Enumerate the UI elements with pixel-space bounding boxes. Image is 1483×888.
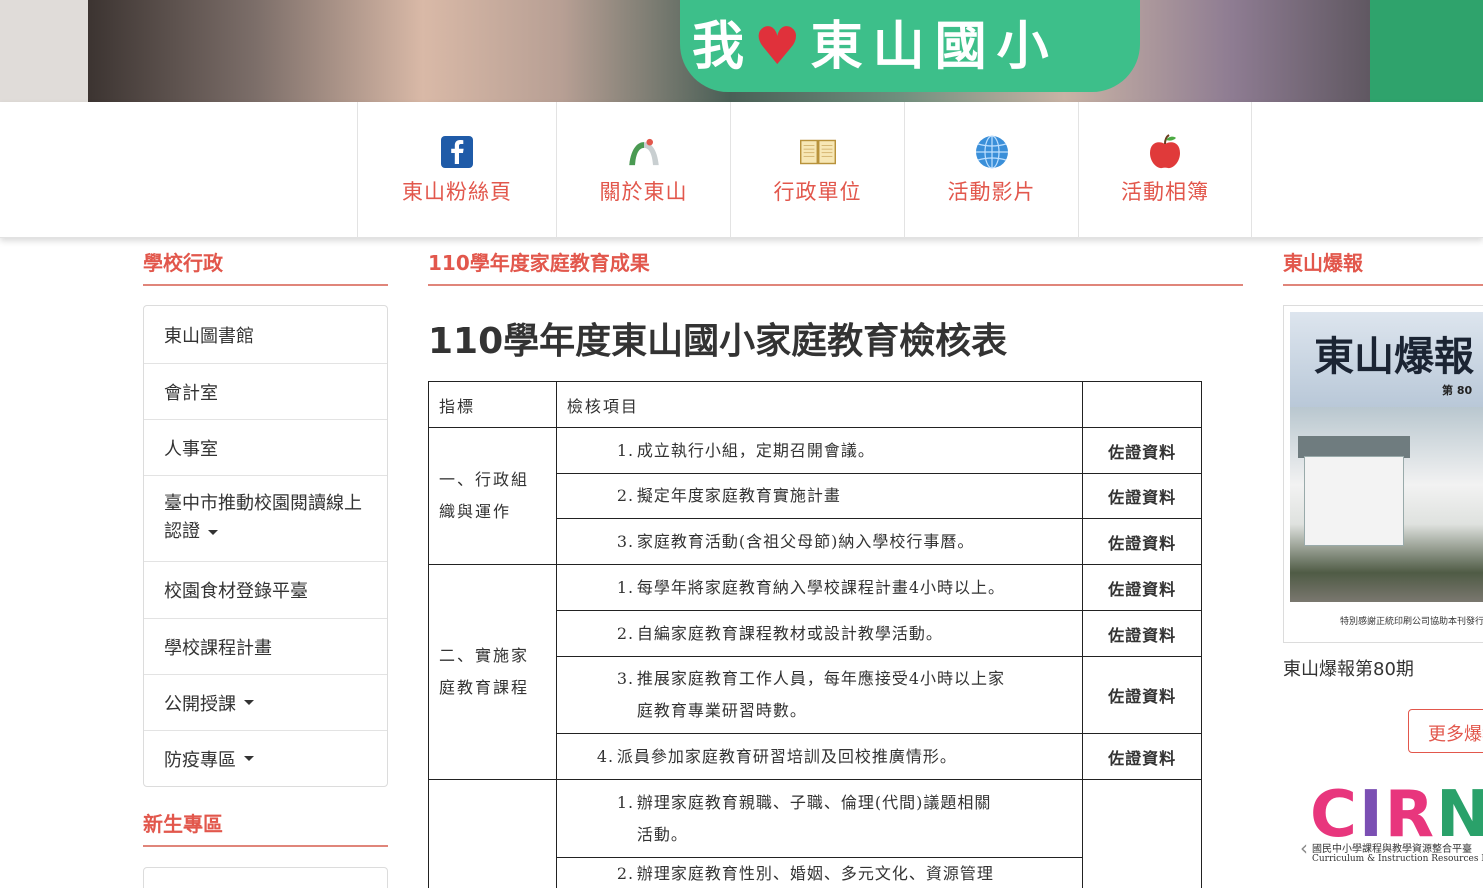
banner-sign-text: 我♥東山國小 bbox=[692, 16, 1059, 77]
nav-label: 東山粉絲頁 bbox=[402, 180, 512, 204]
column-header-evidence bbox=[1082, 381, 1202, 428]
item-cell: 1. 成立執行小組，定期召開會議。 bbox=[555, 427, 1084, 474]
sidebar-item-food-platform[interactable]: 校園食材登錄平臺 bbox=[144, 561, 387, 618]
sidebar-item-open-class[interactable]: 公開授課 bbox=[144, 674, 387, 730]
open-book-icon bbox=[799, 134, 836, 170]
sidebar-item-label: 防疫專區 bbox=[164, 749, 236, 771]
sidebar-item-reading-cert[interactable]: 臺中市推動校園閱讀線上認證 bbox=[144, 475, 387, 561]
nav-label: 活動相簿 bbox=[1121, 180, 1209, 204]
evidence-link[interactable]: 佐證資料 bbox=[1082, 427, 1202, 474]
sidebar-item-epidemic[interactable]: 防疫專區 bbox=[144, 730, 387, 786]
newsletter-cover[interactable]: 東山爆報 第 80 特別感謝正統印刷公司協助本刊發行 bbox=[1283, 305, 1483, 643]
sidebar-item-label: 臺中市推動校園閱讀線上認證 bbox=[164, 493, 362, 542]
nav-item-videos[interactable]: 活動影片 bbox=[904, 102, 1078, 238]
table-header-row: 指標 檢核項目 bbox=[428, 381, 1202, 428]
nav-item-fanpage[interactable]: 東山粉絲頁 bbox=[357, 102, 556, 238]
main-nav: 東山粉絲頁 關於東山 行政單位 活動影片 活動相簿 bbox=[0, 102, 1483, 238]
cover-title: 東山爆報 bbox=[1314, 333, 1474, 380]
evidence-link[interactable]: 佐證資料 bbox=[1082, 564, 1202, 611]
checklist-table: 指標 檢核項目 一、行政組織與運作 1. 成立執行小組，定期召開會議。 佐證資料 … bbox=[428, 381, 1202, 888]
sidebar-menu-freshmen bbox=[143, 867, 388, 888]
evidence-link[interactable]: 佐證資料 bbox=[1082, 518, 1202, 565]
evidence-link[interactable]: 佐證資料 bbox=[1082, 733, 1202, 780]
item-cell: 3. 家庭教育活動(含祖父母節)納入學校行事曆。 bbox=[555, 518, 1084, 565]
evidence-link[interactable]: 佐證資料 bbox=[1082, 610, 1202, 657]
evidence-link[interactable]: 佐證資料 bbox=[1082, 656, 1202, 734]
sidebar-heading: 學校行政 bbox=[143, 247, 388, 286]
evidence-cell bbox=[1082, 779, 1202, 888]
table-row: 1. 辦理家庭教育親職、子職、倫理(代間)議題相關 活動。 bbox=[428, 779, 1202, 888]
indicator-cell: 二、實施家庭教育課程 bbox=[428, 564, 557, 780]
item-cell: 4. 派員參加家庭教育研習培訓及回校推廣情形。 bbox=[555, 733, 1084, 780]
heart-icon: ♥ bbox=[754, 16, 811, 77]
cirn-subtitle: 國民中小學課程與教學資源整合平臺 bbox=[1312, 844, 1472, 855]
arch-icon bbox=[626, 134, 662, 170]
column-header-items: 檢核項目 bbox=[555, 381, 1084, 428]
news-heading: 東山爆報 bbox=[1283, 247, 1483, 286]
apple-icon bbox=[1147, 134, 1183, 170]
globe-icon bbox=[974, 134, 1010, 170]
item-cell: 2. 辦理家庭教育性別、婚姻、多元文化、資源管理 bbox=[555, 857, 1084, 888]
sidebar-heading-freshmen: 新生專區 bbox=[143, 808, 388, 847]
column-header-indicator: 指標 bbox=[428, 381, 557, 428]
nav-item-about[interactable]: 關於東山 bbox=[556, 102, 730, 238]
evidence-link[interactable]: 佐證資料 bbox=[1082, 473, 1202, 519]
table-row: 二、實施家庭教育課程 1. 每學年將家庭教育納入學校課程計畫4小時以上。 佐證資料 bbox=[428, 564, 1202, 780]
cover-building-roof bbox=[1298, 436, 1410, 458]
nav-label: 關於東山 bbox=[599, 180, 688, 204]
more-news-button[interactable]: 更多爆報 bbox=[1408, 709, 1483, 753]
caret-down-icon bbox=[208, 529, 218, 535]
sidebar-item-curriculum[interactable]: 學校課程計畫 bbox=[144, 618, 387, 674]
newsletter-caption[interactable]: 東山爆報第80期 bbox=[1283, 655, 1414, 681]
chevron-left-icon: ‹ bbox=[1300, 836, 1308, 860]
cover-footer: 特別感謝正統印刷公司協助本刊發行 bbox=[1340, 617, 1483, 627]
sidebar-item-accounting[interactable]: 會計室 bbox=[144, 363, 387, 419]
nav-label: 活動影片 bbox=[947, 180, 1036, 204]
nav-item-admin[interactable]: 行政單位 bbox=[730, 102, 904, 238]
cirn-subtitle-en: Curriculum & Instruction Resources Netwo… bbox=[1312, 854, 1483, 864]
sidebar-menu: 東山圖書館 會計室 人事室 臺中市推動校園閱讀線上認證 校園食材登錄平臺 學校課… bbox=[143, 305, 388, 787]
nav-label: 行政單位 bbox=[773, 180, 862, 204]
item-cell: 2. 擬定年度家庭教育實施計畫 bbox=[555, 473, 1084, 519]
cirn-banner[interactable]: ‹ CIRN 國民中小學課程與教學資源整合平臺 Curriculum & Ins… bbox=[1300, 778, 1483, 868]
header-banner: 我♥東山國小 bbox=[0, 0, 1483, 102]
sidebar-item-personnel[interactable]: 人事室 bbox=[144, 419, 387, 475]
caret-down-icon bbox=[244, 756, 254, 761]
page-title: 110學年度東山國小家庭教育檢核表 bbox=[428, 321, 1008, 362]
caret-down-icon bbox=[244, 700, 254, 705]
sidebar-item-library[interactable]: 東山圖書館 bbox=[144, 306, 387, 363]
item-cell: 2. 自編家庭教育課程教材或設計教學活動。 bbox=[555, 610, 1084, 657]
facebook-icon bbox=[439, 134, 475, 170]
cover-building bbox=[1304, 456, 1404, 546]
indicator-cell bbox=[428, 779, 557, 888]
nav-item-albums[interactable]: 活動相簿 bbox=[1078, 102, 1252, 238]
cover-issue: 第 80 bbox=[1442, 384, 1473, 397]
item-cell: 1. 辦理家庭教育親職、子職、倫理(代間)議題相關 活動。 bbox=[555, 779, 1084, 858]
item-cell: 1. 每學年將家庭教育納入學校課程計畫4小時以上。 bbox=[555, 564, 1084, 611]
banner-edge bbox=[0, 0, 88, 102]
sidebar-item-label: 公開授課 bbox=[164, 693, 236, 715]
item-cell: 3. 推展家庭教育工作人員，每年應接受4小時以上家 庭教育專業研習時數。 bbox=[555, 656, 1084, 734]
indicator-cell: 一、行政組織與運作 bbox=[428, 427, 557, 565]
banner-green-strip bbox=[1370, 0, 1483, 102]
content-heading: 110學年度家庭教育成果 bbox=[428, 247, 1243, 286]
table-row: 一、行政組織與運作 1. 成立執行小組，定期召開會議。 佐證資料 bbox=[428, 427, 1202, 565]
